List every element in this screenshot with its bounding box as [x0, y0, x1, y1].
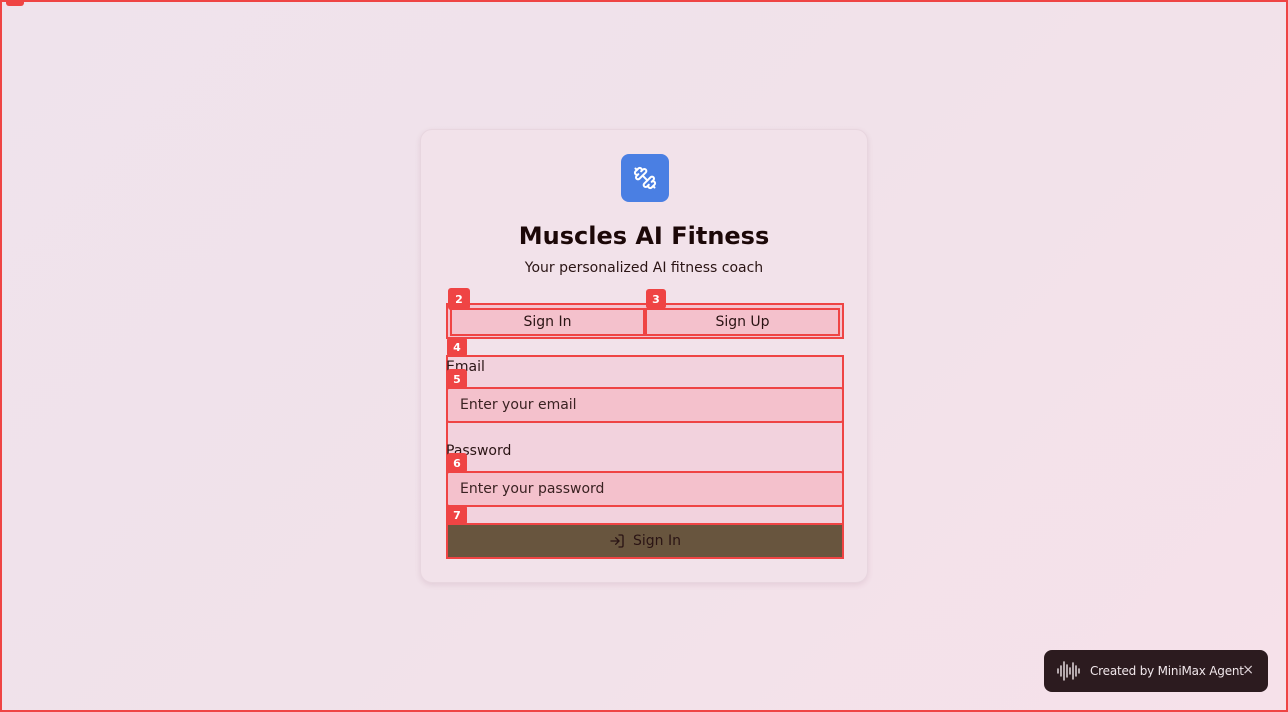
auth-card: Muscles AI Fitness Your personalized AI …: [420, 129, 868, 583]
element-badge: 5: [447, 369, 467, 389]
sign-in-form: Email Password Sign In: [446, 355, 844, 559]
app-logo: [621, 154, 669, 202]
created-by-toast: Created by MiniMax Agent ×: [1044, 650, 1268, 692]
password-field[interactable]: [446, 471, 844, 507]
frame-marker: [6, 2, 24, 6]
email-field[interactable]: [446, 387, 844, 423]
sign-in-button[interactable]: Sign In: [446, 523, 844, 559]
element-badge: 7: [447, 505, 467, 525]
dumbbell-icon: [633, 166, 657, 190]
tab-sign-up-label: Sign Up: [715, 314, 770, 330]
element-badge: 6: [447, 453, 467, 473]
email-input[interactable]: [448, 389, 842, 421]
close-icon[interactable]: ×: [1242, 662, 1254, 678]
sign-in-button-label: Sign In: [633, 533, 681, 549]
element-badge: 4: [447, 337, 467, 357]
element-badge: 2: [448, 288, 470, 310]
element-badge: 3: [646, 289, 666, 309]
password-input[interactable]: [448, 473, 842, 505]
tab-sign-in[interactable]: Sign In: [450, 308, 645, 336]
waveform-icon: [1057, 661, 1080, 681]
page-subtitle: Your personalized AI fitness coach: [524, 260, 764, 276]
tab-sign-up[interactable]: Sign Up: [645, 308, 840, 336]
log-in-icon: [610, 534, 624, 548]
toast-text: Created by MiniMax Agent: [1090, 664, 1244, 678]
tab-sign-in-label: Sign In: [523, 314, 572, 330]
auth-tabs: Sign In Sign Up: [446, 303, 844, 339]
page-title: Muscles AI Fitness: [518, 222, 770, 250]
